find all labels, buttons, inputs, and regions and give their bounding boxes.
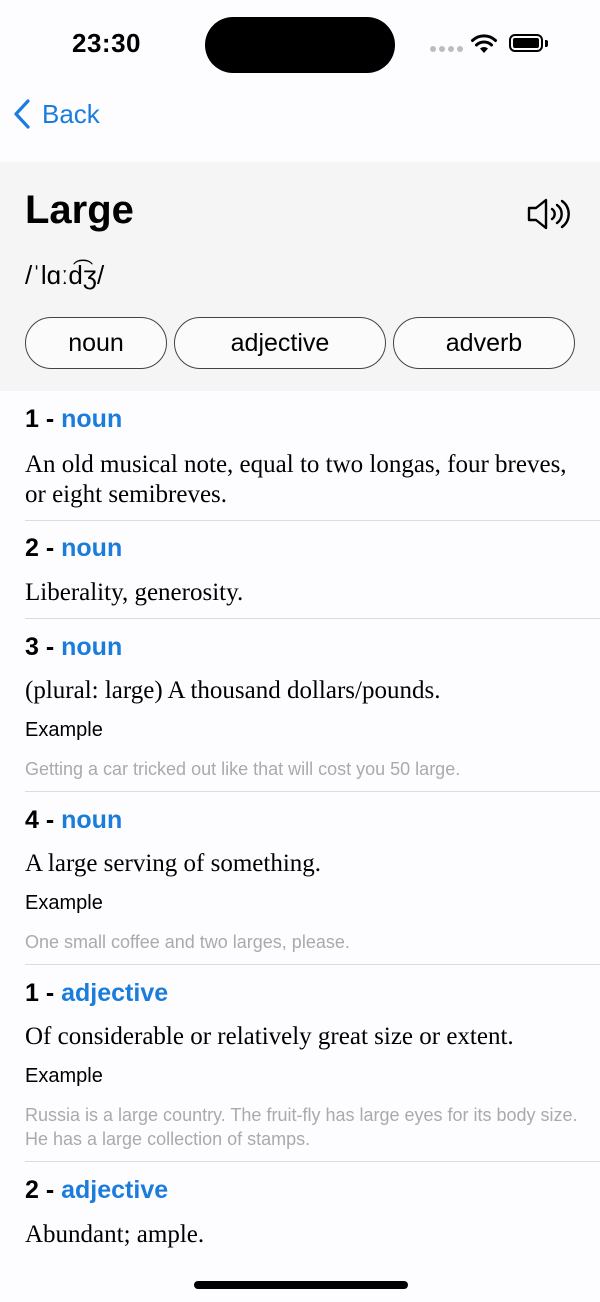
entry-heading: 2 - noun [25, 534, 122, 563]
entry-pos: adjective [61, 1176, 169, 1204]
example-text: One small coffee and two larges, please. [25, 932, 350, 952]
definition-text: A large serving of something. [25, 850, 322, 877]
entry-heading: 3 - noun [25, 633, 122, 662]
pos-tab-noun[interactable]: noun [25, 317, 167, 369]
cellular-signal-icon [430, 46, 463, 52]
back-label: Back [42, 98, 100, 129]
example-text: Russia is a large country. The fruit-fly… [25, 1105, 578, 1149]
divider [25, 791, 600, 792]
divider [25, 618, 600, 619]
example-label: Example [25, 892, 103, 914]
status-bar: 23:30 [0, 0, 600, 90]
definition-text: Abundant; ample. [25, 1221, 205, 1248]
entry-pos: noun [61, 534, 123, 562]
entry-number: 1 - [25, 405, 62, 433]
entry-number: 3 - [25, 633, 62, 661]
pos-tab-adverb[interactable]: adverb [393, 317, 575, 369]
divider [25, 520, 600, 521]
entry-number: 4 - [25, 806, 62, 834]
word-header: Large /ˈlɑːd͡ʒ/ noun adjective adverb [0, 162, 600, 391]
example-label: Example [25, 1065, 103, 1087]
definition-text: An old musical note, equal to two longas… [25, 451, 567, 508]
entry-heading: 4 - noun [25, 806, 122, 835]
divider [25, 1161, 600, 1162]
pos-tab-adjective[interactable]: adjective [174, 317, 386, 369]
entry-pos: noun [61, 633, 123, 661]
battery-tip [545, 40, 548, 47]
status-time: 23:30 [72, 28, 141, 58]
speaker-icon[interactable] [526, 197, 572, 231]
entry-number: 2 - [25, 534, 62, 562]
battery-icon [509, 34, 543, 52]
entry-pos: adjective [61, 979, 169, 1007]
example-text: Getting a car tricked out like that will… [25, 759, 461, 779]
divider [25, 964, 600, 965]
entry-heading: 1 - adjective [25, 979, 168, 1008]
definition-text: Liberality, generosity. [25, 579, 244, 606]
wifi-icon [471, 34, 497, 53]
phonetic: /ˈlɑːd͡ʒ/ [25, 260, 105, 290]
home-indicator[interactable] [194, 1281, 408, 1289]
entry-heading: 2 - adjective [25, 1176, 168, 1205]
entry-pos: noun [61, 806, 123, 834]
entry-heading: 1 - noun [25, 405, 122, 434]
chevron-left-icon [14, 99, 30, 129]
entry-number: 2 - [25, 1176, 62, 1204]
entry-pos: noun [61, 405, 123, 433]
back-button[interactable]: Back [12, 98, 100, 130]
example-label: Example [25, 719, 103, 741]
entry-number: 1 - [25, 979, 62, 1007]
word-title: Large [25, 188, 134, 232]
definition-text: (plural: large) A thousand dollars/pound… [25, 677, 441, 704]
definition-text: Of considerable or relatively great size… [25, 1023, 514, 1050]
dynamic-island [205, 17, 395, 73]
